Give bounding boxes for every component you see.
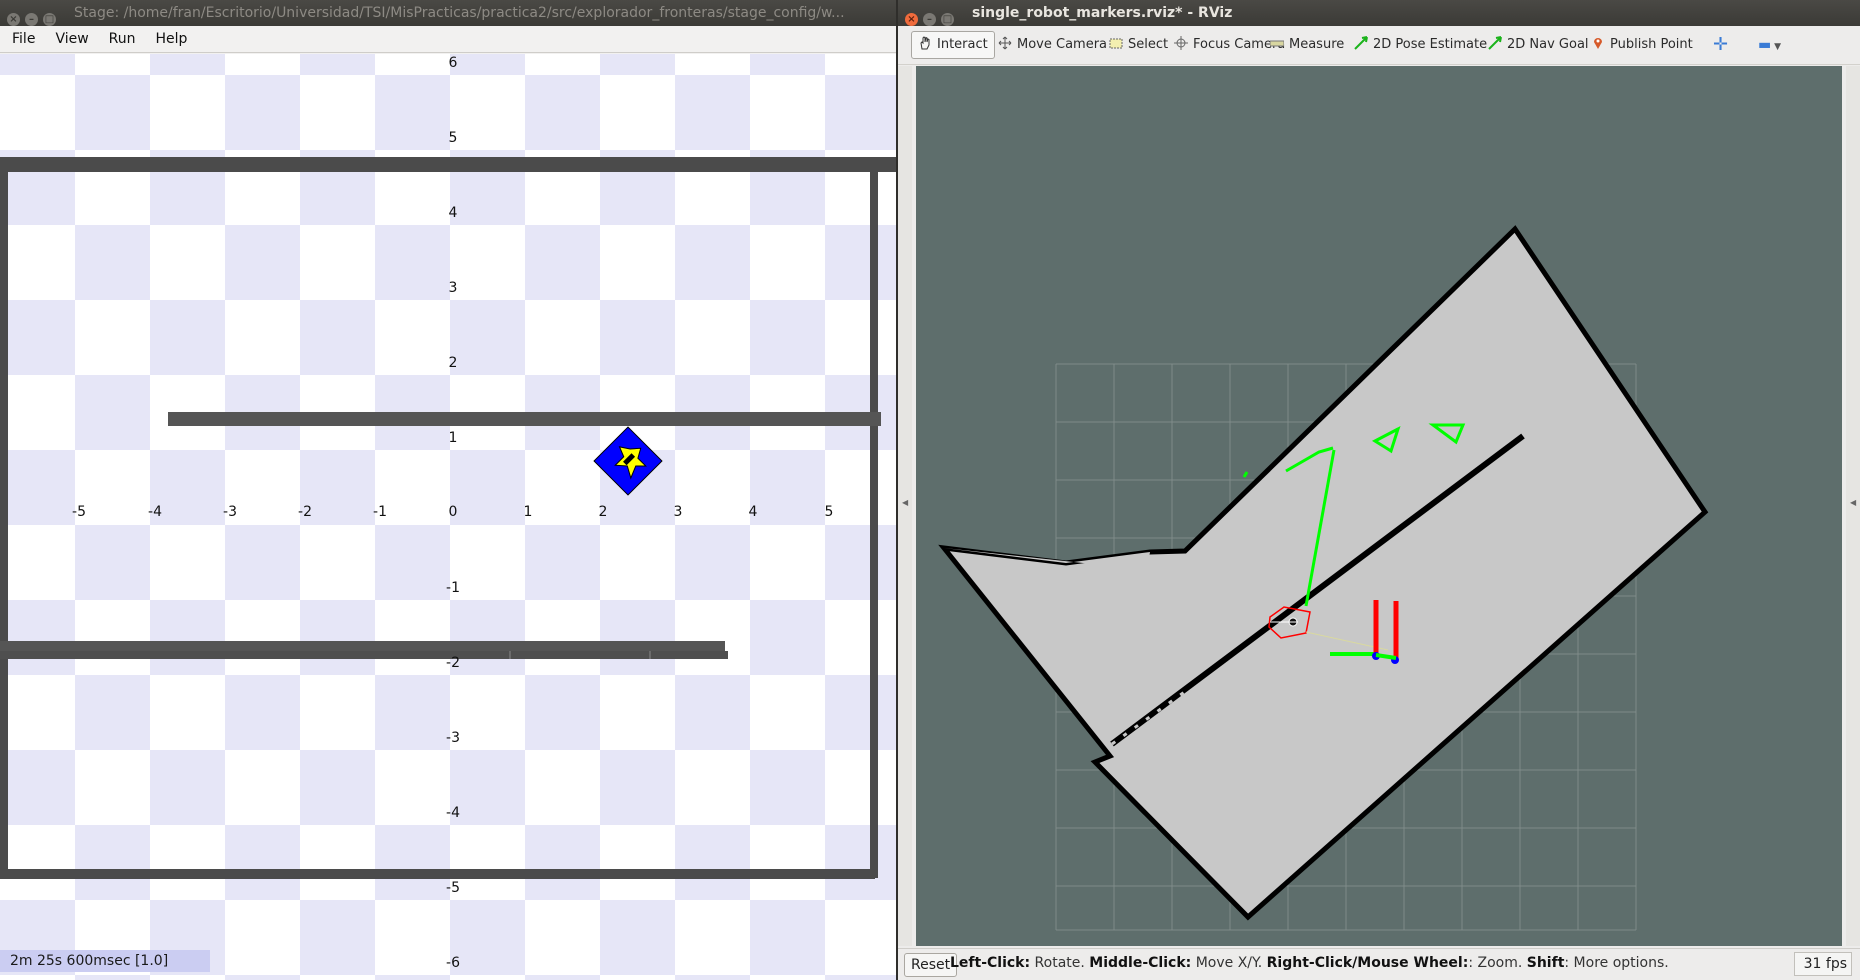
tool-select[interactable]: Select: [1109, 32, 1168, 58]
maximize-icon[interactable]: □: [941, 13, 954, 26]
move-camera-icon: [998, 36, 1012, 50]
wall-middle-lower: [0, 641, 725, 651]
wall-bottom: [0, 869, 875, 879]
y-tick-label: 1: [449, 430, 458, 446]
rviz-statusbar: Reset Left-Click: Rotate. Middle-Click: …: [898, 948, 1860, 980]
rviz-titlebar[interactable]: × – □ single_robot_markers.rviz* - RViz: [898, 0, 1860, 26]
fps-display: 31 fps: [1794, 952, 1852, 976]
chevron-right-icon: ◀: [1850, 498, 1857, 507]
tool-interact[interactable]: Interact: [911, 31, 995, 59]
y-tick-label: -3: [446, 730, 460, 746]
tool-measure-label: Measure: [1289, 37, 1345, 52]
tool-publish-point-label: Publish Point: [1610, 37, 1693, 52]
x-tick-label: 0: [449, 504, 458, 520]
menu-file[interactable]: File: [0, 26, 43, 52]
close-icon[interactable]: ×: [7, 13, 20, 26]
y-tick-label: 4: [449, 205, 458, 221]
tool-2d-pose-estimate[interactable]: 2D Pose Estimate: [1354, 32, 1487, 58]
menu-help[interactable]: Help: [144, 26, 196, 52]
y-tick-label: -5: [446, 880, 460, 896]
y-tick-label: 5: [449, 130, 458, 146]
x-tick-label: 1: [524, 504, 533, 520]
plus-icon: ✛: [1713, 34, 1729, 55]
add-tool-button[interactable]: ✛: [1713, 32, 1728, 58]
y-tick-label: 2: [449, 355, 458, 371]
rviz-window: × – □ single_robot_markers.rviz* - RViz In…: [898, 0, 1860, 980]
wall-left: [0, 172, 8, 878]
menu-view[interactable]: View: [43, 26, 96, 52]
y-tick-label: -2: [446, 655, 460, 671]
stage-window: × – □ Stage: /home/fran/Escritorio/Univers…: [0, 0, 896, 980]
x-tick-label: -1: [373, 504, 387, 520]
tool-2d-nav-goal[interactable]: 2D Nav Goal: [1488, 32, 1589, 58]
tool-select-label: Select: [1128, 37, 1169, 52]
x-tick-label: -2: [298, 504, 312, 520]
x-tick-label: -5: [72, 504, 86, 520]
tool-2d-nav-goal-label: 2D Nav Goal: [1507, 37, 1589, 52]
minus-icon: ▬: [1758, 37, 1772, 53]
wall-middle-lower-b: [0, 651, 728, 659]
minimize-icon[interactable]: –: [923, 13, 936, 26]
rviz-3d-view[interactable]: [916, 66, 1842, 946]
stage-titlebar[interactable]: × – □ Stage: /home/fran/Escritorio/Univers…: [0, 0, 896, 26]
close-icon[interactable]: ×: [905, 13, 918, 26]
publish-point-icon: [1594, 38, 1602, 49]
stage-world-svg[interactable]: -5 -4 -3 -2 -1 0 1 2 3 4 5 6 5 4 3 2 1 -…: [0, 54, 896, 980]
wall-middle-upper-cap: [168, 412, 174, 426]
stage-world-canvas[interactable]: -5 -4 -3 -2 -1 0 1 2 3 4 5 6 5 4 3 2 1 -…: [0, 54, 896, 980]
tool-focus-camera[interactable]: Focus Camera: [1174, 32, 1285, 58]
tool-2d-pose-estimate-label: 2D Pose Estimate: [1373, 37, 1488, 52]
rviz-scene-svg[interactable]: [916, 66, 1842, 946]
pose-estimate-icon: [1354, 36, 1368, 50]
x-tick-label: 3: [674, 504, 683, 520]
right-panel-handle[interactable]: ◀: [1846, 66, 1860, 946]
tool-move-camera-label: Move Camera: [1017, 37, 1108, 52]
chevron-left-icon: ◀: [902, 498, 909, 507]
rviz-window-title: single_robot_markers.rviz* - RViz: [972, 5, 1233, 21]
wall-middle-upper: [173, 412, 881, 426]
x-tick-label: 2: [599, 504, 608, 520]
x-tick-label: 4: [749, 504, 758, 520]
hand-icon: [920, 36, 930, 50]
remove-tool-button[interactable]: ▬ ▼: [1758, 32, 1781, 58]
x-tick-label: -3: [223, 504, 237, 520]
tool-measure[interactable]: Measure: [1270, 32, 1344, 58]
minimize-icon[interactable]: –: [25, 13, 38, 26]
maximize-icon[interactable]: □: [43, 13, 56, 26]
y-tick-label: -6: [446, 955, 460, 971]
y-tick-label: 6: [449, 55, 458, 71]
focus-camera-icon: [1174, 36, 1188, 50]
sim-time-display: 2m 25s 600msec [1.0]: [0, 950, 210, 972]
stage-window-title: Stage: /home/fran/Escritorio/Universidad…: [74, 5, 845, 21]
x-tick-label: -4: [148, 504, 162, 520]
tool-move-camera[interactable]: Move Camera: [998, 32, 1107, 58]
stage-menubar: File View Run Help: [0, 26, 896, 53]
select-icon: [1109, 38, 1123, 49]
rviz-toolbar: Interact Move Camera Select Focus Camera…: [898, 26, 1860, 65]
tool-interact-label: Interact: [937, 37, 988, 52]
nav-goal-icon: [1488, 36, 1502, 50]
measure-icon: [1270, 40, 1284, 47]
y-tick-label: -1: [446, 580, 460, 596]
y-tick-label: 3: [449, 280, 458, 296]
menu-run[interactable]: Run: [97, 26, 144, 52]
left-panel-handle[interactable]: ◀: [898, 66, 912, 946]
wall-top: [0, 157, 896, 172]
chevron-down-icon: ▼: [1771, 42, 1782, 52]
y-tick-label: -4: [446, 805, 460, 821]
wall-right: [870, 172, 878, 878]
mouse-hint: Left-Click: Rotate. Middle-Click: Move X…: [950, 955, 1669, 971]
tool-publish-point[interactable]: Publish Point: [1591, 32, 1693, 58]
x-tick-label: 5: [825, 504, 834, 520]
